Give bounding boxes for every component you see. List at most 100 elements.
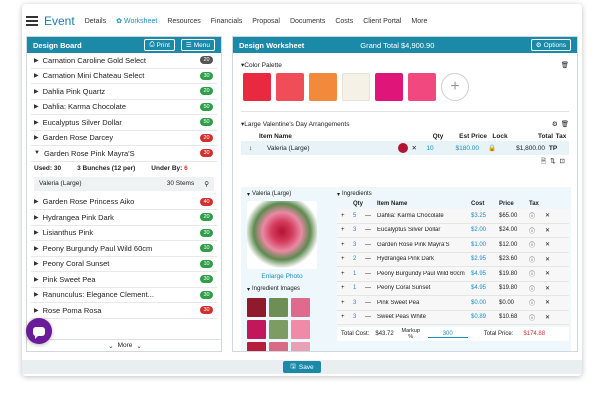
ingredient-row[interactable]: +1— Peony Coral Sunset $4.95 $19.80 ⓘ ✕: [337, 281, 569, 296]
plus-icon[interactable]: +: [341, 242, 353, 248]
remove-icon[interactable]: ✕: [545, 241, 555, 248]
info-icon[interactable]: ⓘ: [529, 269, 545, 278]
ingredient-cost[interactable]: $3.25: [471, 213, 499, 219]
save-button[interactable]: 🖫 Save: [283, 361, 321, 373]
caret-right-icon[interactable]: ▶: [34, 229, 39, 236]
ingredient-thumbnail[interactable]: [269, 320, 288, 339]
flower-list-item[interactable]: ▶ Hydrangea Pink Dark 20: [31, 210, 217, 226]
ingredient-row[interactable]: +2— Hydrangea Pink Dark $2.95 $23.60 ⓘ ✕: [337, 252, 569, 267]
flower-list-item[interactable]: ▶ Pink Sweet Pea 30: [31, 272, 217, 288]
arrangement-tax[interactable]: TP: [545, 145, 561, 152]
caret-right-icon[interactable]: ▶: [34, 72, 39, 79]
caret-right-icon[interactable]: ▶: [34, 245, 39, 252]
flower-list-item[interactable]: ▶ Lisianthus Pink 30: [31, 226, 217, 241]
plus-icon[interactable]: +: [341, 271, 353, 277]
remove-icon[interactable]: ✕: [545, 285, 555, 292]
ingredient-images-header[interactable]: ▾ Ingredient Images: [247, 284, 329, 294]
minus-icon[interactable]: —: [365, 285, 377, 291]
flower-list-item[interactable]: ▶ Garden Rose Princess Aiko 40: [31, 195, 217, 210]
ingredient-cost[interactable]: $2.95: [471, 256, 499, 262]
ingredient-qty[interactable]: 3: [353, 242, 365, 248]
ingredients-header[interactable]: ▾ Ingredients: [337, 189, 569, 199]
nav-documents[interactable]: Documents: [290, 18, 325, 25]
ingredient-row[interactable]: +3— Sweet Peas White $0.89 $10.68 ⓘ ✕: [337, 310, 569, 325]
plus-icon[interactable]: +: [341, 213, 353, 219]
ingredient-cost[interactable]: $0.89: [471, 314, 499, 320]
lock-icon[interactable]: 🔒: [479, 144, 505, 152]
color-swatch[interactable]: [408, 73, 436, 101]
remove-icon[interactable]: ✕: [545, 227, 555, 234]
ingredient-cost[interactable]: $4.95: [471, 285, 499, 291]
flower-list-item[interactable]: ▶ Garden Rose Darcey 20: [31, 131, 217, 146]
caret-right-icon[interactable]: ▶: [34, 119, 39, 126]
print-button[interactable]: ⎙ Print: [144, 39, 175, 51]
remove-icon[interactable]: ✕: [545, 212, 555, 219]
flower-list-item[interactable]: ▶ Eucalyptus Silver Dollar 50: [31, 115, 217, 131]
ingredient-row[interactable]: +1— Peony Burgundy Paul Wild 60cm $4.95 $19…: [337, 267, 569, 282]
flower-list-item[interactable]: ▶ Carnation Caroline Gold Select 20: [31, 53, 217, 69]
flower-list-item[interactable]: ▶ Peony Coral Sunset 10: [31, 257, 217, 272]
nav-costs[interactable]: Costs: [335, 18, 353, 25]
ingredient-qty[interactable]: 3: [353, 300, 365, 306]
remove-icon[interactable]: ✕: [545, 270, 555, 277]
arrangement-est-price[interactable]: $180.00: [443, 145, 480, 152]
plus-icon[interactable]: +: [341, 227, 353, 233]
enlarge-photo-link[interactable]: Enlarge Photo: [247, 273, 317, 280]
sort-icon[interactable]: ⇅: [550, 157, 555, 168]
ingredient-qty[interactable]: 3: [353, 227, 365, 233]
flower-list-item[interactable]: ▶ Dahlia: Karma Chocolate 50: [31, 100, 217, 115]
nav-client-portal[interactable]: Client Portal: [363, 18, 401, 25]
caret-right-icon[interactable]: ▶: [34, 198, 39, 205]
flower-list-item[interactable]: ▼ Garden Rose Pink Mayra'S 30: [31, 146, 217, 162]
ingredient-thumbnail[interactable]: [269, 298, 288, 317]
trash-icon[interactable]: 🗑: [561, 61, 569, 69]
ingredient-cost[interactable]: $4.95: [471, 271, 499, 277]
collapse-icon[interactable]: ⊡: [560, 157, 565, 168]
ingredient-cost[interactable]: $2.00: [471, 227, 499, 233]
trash-icon[interactable]: 🗑: [561, 120, 569, 128]
caret-right-icon[interactable]: ▶: [34, 103, 39, 110]
flower-list-item[interactable]: ▶ Ranunculus: Elegance Clement... 30: [31, 288, 217, 303]
ingredient-cost[interactable]: $0.00: [471, 300, 499, 306]
nav-details[interactable]: Details: [85, 18, 106, 25]
options-button[interactable]: ⚙ Options: [530, 39, 571, 51]
caret-right-icon[interactable]: ▶: [34, 276, 39, 283]
plus-icon[interactable]: +: [341, 256, 353, 262]
flower-list-item[interactable]: ▶ Dahlia Pink Quartz 20: [31, 84, 217, 100]
nav-proposal[interactable]: Proposal: [252, 18, 280, 25]
ingredient-row[interactable]: +5— Dahlia: Karma Chocolate $3.25 $65.00 ⓘ ✕: [337, 209, 569, 224]
color-swatch[interactable]: [309, 73, 337, 101]
menu-button[interactable]: ☰ Menu: [180, 39, 215, 51]
minus-icon[interactable]: —: [365, 300, 377, 306]
info-icon[interactable]: ⓘ: [529, 226, 545, 235]
search-icon[interactable]: ⚲: [204, 180, 209, 188]
ingredient-row[interactable]: +3— Eucalyptus Silver Dollar $2.00 $24.00 ⓘ ✕: [337, 223, 569, 238]
ingredient-thumbnail[interactable]: [291, 298, 310, 317]
minus-icon[interactable]: —: [365, 227, 377, 233]
caret-down-icon[interactable]: ▼: [34, 150, 40, 156]
plus-icon[interactable]: +: [341, 314, 353, 320]
ingredient-thumbnail[interactable]: [291, 342, 310, 351]
hamburger-menu-icon[interactable]: [26, 16, 38, 26]
minus-icon[interactable]: —: [365, 271, 377, 277]
info-icon[interactable]: ⓘ: [529, 284, 545, 293]
flower-list-item[interactable]: ▶ Carnation Mini Chateau Select 30: [31, 69, 217, 84]
caret-right-icon[interactable]: ▶: [34, 134, 39, 141]
arrangement-row[interactable]: ↕ Valeria (Large) ✕ 10 $180.00 🔒 $1,800.0…: [241, 141, 569, 155]
chat-button[interactable]: [26, 318, 52, 344]
ingredient-thumbnail[interactable]: [291, 320, 310, 339]
drag-handle-icon[interactable]: ↕: [249, 145, 267, 152]
ingredient-thumbnail[interactable]: [269, 342, 288, 351]
nav-worksheet[interactable]: ✿ Worksheet: [116, 17, 157, 25]
remove-icon[interactable]: ✕: [545, 299, 555, 306]
caret-right-icon[interactable]: ▶: [34, 88, 39, 95]
minus-icon[interactable]: —: [365, 213, 377, 219]
arrangement-qty[interactable]: 10: [417, 145, 443, 152]
color-swatch[interactable]: [243, 73, 271, 101]
ingredient-qty[interactable]: 5: [353, 213, 365, 219]
minus-icon[interactable]: —: [365, 314, 377, 320]
minus-icon[interactable]: —: [365, 256, 377, 262]
ingredient-qty[interactable]: 1: [353, 285, 365, 291]
settings-icon[interactable]: ⚙: [552, 120, 558, 128]
plus-icon[interactable]: +: [341, 300, 353, 306]
